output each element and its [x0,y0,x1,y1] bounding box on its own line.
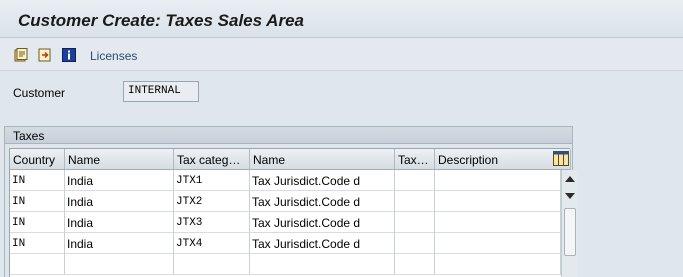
cell-category-name: Tax Jurisdict.Code d [250,233,395,254]
cell-name: India [65,233,174,254]
scrollbar-thumb[interactable] [564,208,576,256]
table-settings-icon[interactable] [553,151,569,166]
other-data-icon[interactable] [14,48,28,62]
cell-category-name: Tax Jurisdict.Code d [250,212,395,233]
next-screen-icon[interactable] [38,48,52,62]
column-header-description[interactable]: Description [435,149,571,170]
cell-name: India [65,191,174,212]
cell-empty [65,254,174,275]
cell-tax-classification-input[interactable] [395,170,435,191]
page-title: Customer Create: Taxes Sales Area [18,11,304,30]
column-header-name[interactable]: Name [65,149,174,170]
customer-label: Customer [13,86,66,100]
taxes-table: Country Name Tax categ… Name Tax… Descri… [9,148,578,277]
cell-name: India [65,212,174,233]
customer-field: INTERNAL [123,81,199,102]
cell-tax-classification-input[interactable] [395,191,435,212]
scroll-up-icon[interactable] [565,176,575,182]
cell-tax-classification-input[interactable] [395,233,435,254]
cell-empty [395,254,435,275]
cell-tax-category: JTX2 [174,191,250,212]
cell-country: IN [10,191,65,212]
column-header-tax-classification[interactable]: Tax… [395,149,435,170]
scroll-down-icon[interactable] [565,193,575,199]
taxes-group-title: Taxes [5,127,572,144]
cell-description [435,212,561,233]
cell-category-name: Tax Jurisdict.Code d [250,191,395,212]
cell-country: IN [10,233,65,254]
title-bar: Customer Create: Taxes Sales Area [0,0,683,38]
cell-description [435,233,561,254]
licenses-button[interactable]: Licenses [90,49,137,63]
cell-tax-category: JTX3 [174,212,250,233]
cell-empty [250,254,395,275]
cell-description [435,170,561,191]
cell-tax-category: JTX1 [174,170,250,191]
cell-empty [174,254,250,275]
cell-name: India [65,170,174,191]
info-icon[interactable] [62,48,76,62]
application-toolbar: Licenses [0,39,683,71]
cell-tax-classification-input[interactable] [395,212,435,233]
table-vertical-scrollbar[interactable] [561,170,578,277]
cell-description [435,191,561,212]
cell-empty [10,254,65,275]
cell-empty [435,254,561,275]
cell-tax-category: JTX4 [174,233,250,254]
cell-country: IN [10,170,65,191]
cell-category-name: Tax Jurisdict.Code d [250,170,395,191]
column-header-tax-category[interactable]: Tax categ… [174,149,250,170]
cell-country: IN [10,212,65,233]
column-header-category-name[interactable]: Name [250,149,395,170]
column-header-country[interactable]: Country [10,149,65,170]
